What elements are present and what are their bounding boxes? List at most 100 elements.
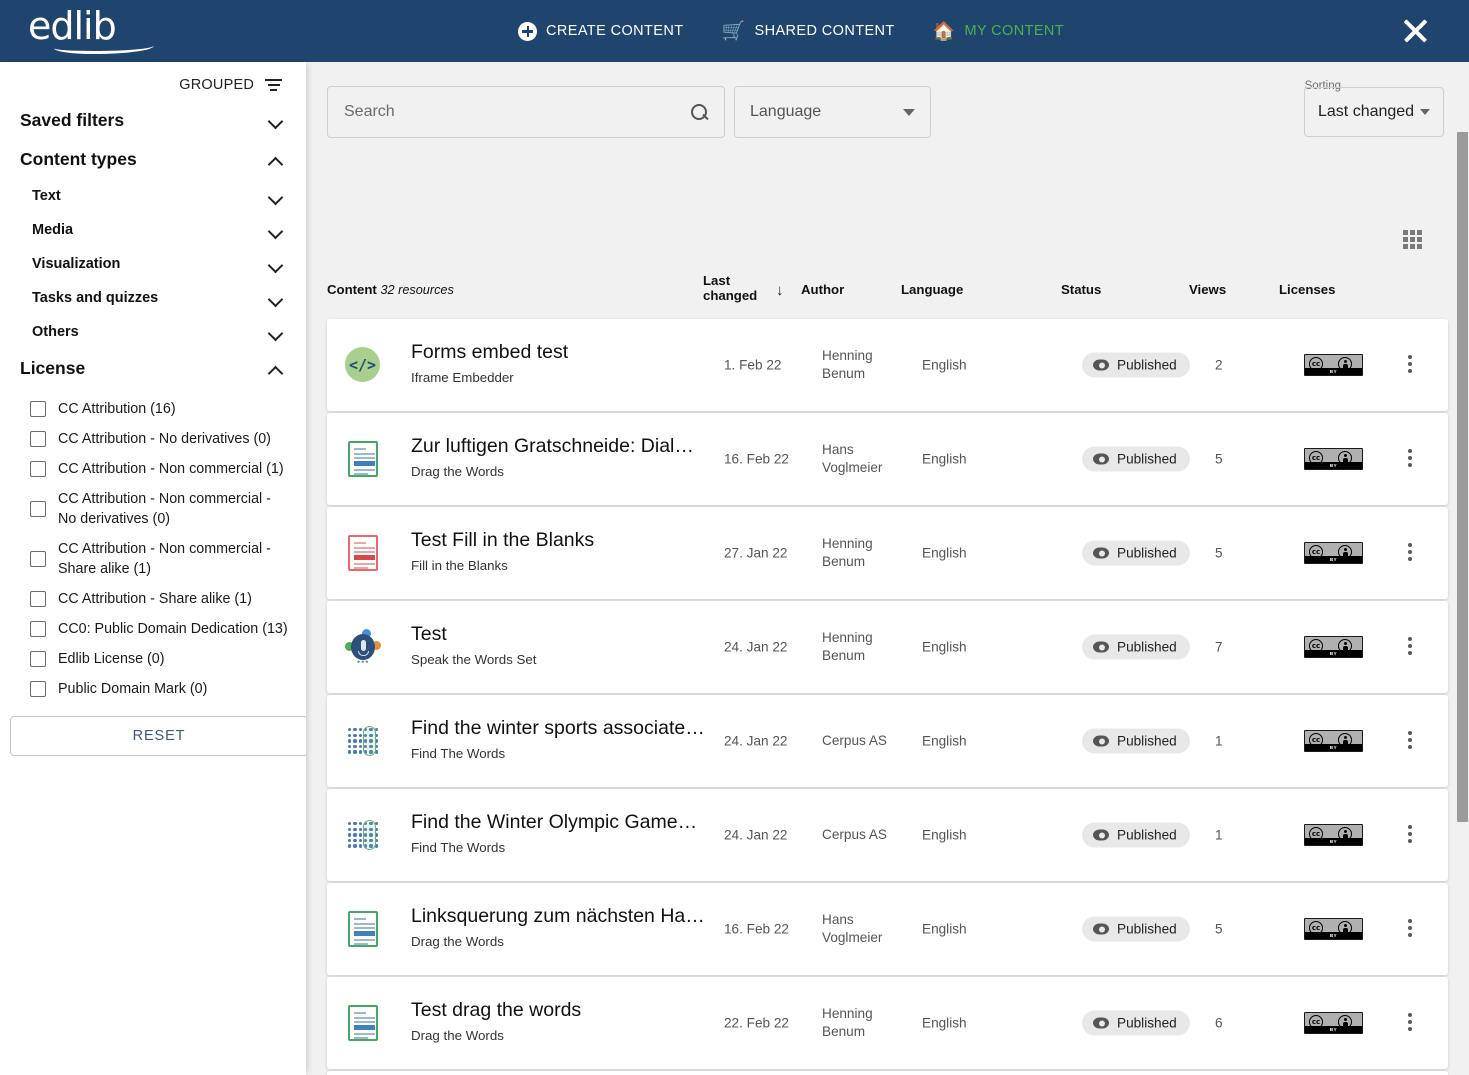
- column-header-language[interactable]: Language: [901, 282, 963, 297]
- checkbox[interactable]: [30, 591, 46, 607]
- content-last-changed: 24. Jan 22: [724, 639, 788, 655]
- table-row[interactable]: Linksquerung zum nächsten Ha… Drag the Wo…: [327, 883, 1448, 975]
- license-filter-label: CC Attribution - Non commercial - No der…: [58, 491, 271, 527]
- column-header-views[interactable]: Views: [1189, 282, 1226, 297]
- checkbox[interactable]: [30, 651, 46, 667]
- license-filter-item[interactable]: CC Attribution - Non commercial (1): [10, 454, 296, 484]
- content-language: English: [922, 639, 967, 655]
- row-more-menu-icon[interactable]: [1400, 355, 1420, 375]
- content-author: Henning Benum: [822, 536, 873, 569]
- license-filter-item[interactable]: CC Attribution - No derivatives (0): [10, 424, 296, 454]
- table-row[interactable]: Test Fill in the Blanks Fill in the Blank…: [327, 507, 1448, 599]
- column-header-status[interactable]: Status: [1061, 282, 1101, 297]
- checkbox[interactable]: [30, 551, 46, 567]
- checkbox[interactable]: [30, 401, 46, 417]
- status-label: Published: [1117, 1015, 1177, 1031]
- sort-direction-icon[interactable]: ↓: [776, 282, 784, 299]
- checkbox[interactable]: [30, 681, 46, 697]
- license-filter-item[interactable]: CC Attribution - Non commercial - No der…: [10, 484, 296, 534]
- license-filter-item[interactable]: Public Domain Mark (0): [10, 674, 296, 704]
- row-more-menu-icon[interactable]: [1400, 637, 1420, 657]
- sidebar-section-license[interactable]: License: [10, 349, 296, 388]
- row-more-menu-icon[interactable]: [1400, 825, 1420, 845]
- license-filter-label: CC Attribution - Non commercial - Share …: [58, 541, 271, 577]
- close-icon[interactable]: [1399, 15, 1431, 47]
- license-filter-item[interactable]: CC0: Public Domain Dedication (13): [10, 614, 296, 644]
- row-more-menu-icon[interactable]: [1400, 449, 1420, 469]
- sidebar-section-saved-filters[interactable]: Saved filters: [10, 101, 296, 140]
- sidebar-section-label: License: [20, 358, 86, 378]
- table-row[interactable]: </> Forms embed test Iframe Embedder 1. Feb…: [327, 319, 1448, 411]
- content-license: cc BY: [1304, 918, 1363, 940]
- filter-icon[interactable]: [265, 78, 282, 92]
- search-input[interactable]: [344, 103, 691, 121]
- table-row[interactable]: Find the Winter Olympic Game… Find The Wo…: [327, 789, 1448, 881]
- page-scrollbar[interactable]: [1455, 62, 1469, 1075]
- row-more-menu-icon[interactable]: [1400, 1013, 1420, 1033]
- sidebar-subsection-text[interactable]: Text: [10, 179, 296, 213]
- nav-shared-content[interactable]: 🛒 SHARED CONTENT: [721, 22, 894, 41]
- content-title: Test: [411, 623, 447, 645]
- sorting-select[interactable]: Last changed: [1304, 87, 1444, 137]
- table-row[interactable]: Klikk på et fargenavn, og dra d…Drag and…: [327, 1071, 1448, 1075]
- content-title: Zur luftigen Gratschneide: Dial…: [411, 435, 694, 457]
- content-views: 5: [1215, 451, 1223, 467]
- grid-view-toggle[interactable]: [1403, 230, 1422, 249]
- checkbox[interactable]: [30, 501, 46, 517]
- row-more-menu-icon[interactable]: [1400, 919, 1420, 939]
- search-field[interactable]: [327, 86, 725, 138]
- grouped-toggle[interactable]: GROUPED: [10, 62, 296, 101]
- license-filter-label: CC Attribution - Non commercial (1): [58, 461, 284, 477]
- sidebar-section-content-types[interactable]: Content types: [10, 140, 296, 179]
- content-last-changed: 16. Feb 22: [724, 451, 789, 467]
- checkbox[interactable]: [30, 431, 46, 447]
- row-more-menu-icon[interactable]: [1400, 543, 1420, 563]
- sidebar-subsection-tasks-and-quizzes[interactable]: Tasks and quizzes: [10, 281, 296, 315]
- content-license: cc BY: [1304, 1012, 1363, 1034]
- chevron-down-icon: [1420, 109, 1430, 115]
- content-views: 1: [1215, 827, 1223, 843]
- nav-my-content[interactable]: 🏠 MY CONTENT: [933, 22, 1064, 40]
- table-row[interactable]: Find the winter sports associate… Find Th…: [327, 695, 1448, 787]
- language-select[interactable]: Language: [734, 86, 931, 138]
- license-filter-item[interactable]: CC Attribution - Non commercial - Share …: [10, 534, 296, 584]
- content-last-changed: 24. Jan 22: [724, 733, 788, 749]
- content-type-label: Iframe Embedder: [411, 370, 514, 385]
- column-header-content: Content 32 resources: [327, 282, 454, 297]
- sidebar-subsection-others[interactable]: Others: [10, 315, 296, 349]
- content-author: Henning Benum: [822, 630, 873, 663]
- license-filter-item[interactable]: Edlib License (0): [10, 644, 296, 674]
- nav-create-content[interactable]: CREATE CONTENT: [518, 21, 683, 41]
- search-icon[interactable]: [691, 103, 708, 121]
- sidebar-subsection-label: Media: [32, 222, 74, 238]
- content-views: 1: [1215, 733, 1223, 749]
- column-header-licenses[interactable]: Licenses: [1279, 282, 1335, 297]
- scrollbar-thumb[interactable]: [1457, 132, 1468, 822]
- content-language: English: [922, 545, 967, 561]
- table-row[interactable]: Test drag the words Drag the Words 22. Feb…: [327, 977, 1448, 1069]
- table-row[interactable]: Zur luftigen Gratschneide: Dial… Drag the…: [327, 413, 1448, 505]
- home-icon: 🏠: [932, 21, 956, 41]
- table-column-headers: Content 32 resources Last changed ↓ Auth…: [306, 267, 1469, 319]
- content-title: Test drag the words: [411, 999, 582, 1021]
- column-header-author[interactable]: Author: [801, 282, 844, 297]
- license-filter-item[interactable]: CC Attribution (16): [10, 394, 296, 424]
- license-filter-item[interactable]: CC Attribution - Share alike (1): [10, 584, 296, 614]
- sidebar-subsection-media[interactable]: Media: [10, 213, 296, 247]
- edlib-logo[interactable]: edlib: [28, 6, 154, 54]
- content-type-icon: •••: [345, 629, 381, 667]
- checkbox[interactable]: [30, 461, 46, 477]
- content-views: 5: [1215, 545, 1223, 561]
- license-filter-label: CC Attribution (16): [58, 401, 176, 417]
- table-row[interactable]: ••• Test Speak the Words Set 24. Jan 22 Henn…: [327, 601, 1448, 693]
- checkbox[interactable]: [30, 621, 46, 637]
- column-header-last-changed[interactable]: Last changed: [703, 273, 757, 303]
- content-title: Find the winter sports associate…: [411, 717, 705, 739]
- reset-filters-button[interactable]: RESET: [10, 716, 306, 756]
- content-title: Test Fill in the Blanks: [411, 529, 595, 551]
- chevron-down-icon: [269, 292, 282, 305]
- sidebar-subsection-visualization[interactable]: Visualization: [10, 247, 296, 281]
- row-more-menu-icon[interactable]: [1400, 731, 1420, 751]
- license-filter-label: CC Attribution - No derivatives (0): [58, 431, 271, 447]
- status-badge: Published: [1082, 1010, 1190, 1036]
